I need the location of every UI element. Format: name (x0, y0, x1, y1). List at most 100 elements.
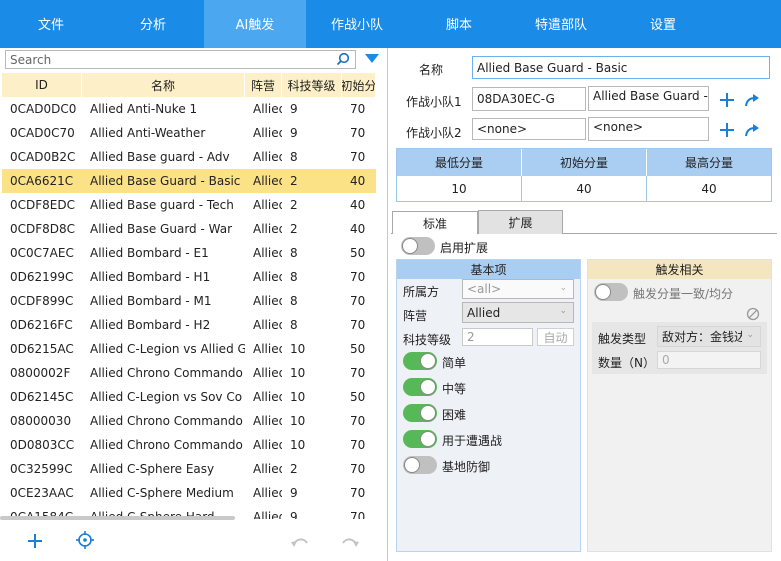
table-cell: 8 (290, 270, 298, 284)
side-select-value: Allied (467, 305, 501, 320)
table-cell: 0CAD0C70 (10, 126, 75, 140)
quantity-field[interactable]: 0 (657, 351, 761, 369)
column-header[interactable]: 科技等级 (282, 73, 342, 97)
table-row[interactable]: 0D0803CC Allied Chrono Commando Allied 10 70 (2, 433, 376, 457)
team2-goto-button[interactable] (742, 120, 762, 140)
difficulty-toggle[interactable] (403, 352, 437, 370)
column-header[interactable]: 初始分 (342, 73, 376, 97)
table-row[interactable]: 0CDF8D8C Allied Base Guard - War Allied 2 40 (2, 217, 376, 241)
tab-3[interactable]: 作战小队 (306, 0, 408, 48)
table-row[interactable]: 0C0C7AEC Allied Bombard - E1 Allied 8 50 (2, 241, 376, 265)
table-row[interactable]: 0CAD0B2C Allied Base guard - Adv Allied 8 70 (2, 145, 376, 169)
tech-level-field[interactable]: 2 (462, 328, 533, 346)
table-row[interactable]: 08000030 Allied Chrono Commando Allied 10 70 (2, 409, 376, 433)
table-row[interactable]: 0CDF8EDC Allied Base guard - Tech Allied 2 4… (2, 193, 376, 217)
difficulty-toggle-label: 用于遭遇战 (442, 434, 503, 448)
tab-standard[interactable]: 标准 (392, 211, 478, 234)
redo-button[interactable] (338, 530, 362, 552)
table-row[interactable]: 0800002F Allied Chrono Commando Allied 10 70 (2, 361, 376, 385)
table-cell: Allied (253, 174, 282, 188)
table-cell: 70 (350, 462, 366, 476)
team1-id-field[interactable]: 08DA30EC-G (472, 87, 586, 111)
column-header[interactable]: ID (2, 73, 82, 97)
team1-add-button[interactable] (717, 90, 737, 110)
undo-button[interactable] (288, 530, 312, 552)
top-nav: 文件 分析 AI触发 作战小队 脚本 特遣部队 设置 (0, 0, 781, 48)
team2-id-field[interactable]: <none> (472, 118, 586, 140)
table-cell: 70 (350, 510, 366, 519)
enable-extended-toggle[interactable] (401, 237, 435, 255)
filter-dropdown-icon[interactable] (364, 53, 380, 68)
horizontal-scrollbar[interactable] (0, 516, 235, 520)
table-row[interactable]: 0CDF899C Allied Bombard - M1 Allied 8 70 (2, 289, 376, 313)
difficulty-toggle[interactable] (403, 378, 437, 396)
table-cell: 50 (350, 390, 366, 404)
tab-2[interactable]: AI触发 (204, 0, 306, 48)
table-cell: Allied (253, 390, 282, 404)
tab-4[interactable]: 脚本 (408, 0, 510, 48)
table-row[interactable]: 0CA6621C Allied Base Guard - Basic Allied 2… (2, 169, 376, 193)
init-score-header: 初始分量 (522, 149, 647, 176)
name-field[interactable]: Allied Base Guard - Basic (472, 56, 770, 79)
table-cell: Allied (253, 222, 282, 236)
difficulty-toggle[interactable] (403, 456, 437, 474)
table-row[interactable]: 0CAD0DC0 Allied Anti-Nuke 1 Allied 9 70 (2, 97, 376, 121)
table-cell: 0C32599C (10, 462, 73, 476)
team1-name-field[interactable]: Allied Base Guard - Basic (588, 86, 709, 111)
owner-select-value: <all> (467, 282, 502, 296)
table-cell: 0C0C7AEC (10, 246, 74, 260)
table-cell: 70 (350, 486, 366, 500)
trigger-equal-toggle[interactable] (594, 283, 628, 301)
column-header[interactable]: 阵营 (245, 73, 282, 97)
difficulty-toggle[interactable] (403, 430, 437, 448)
table-cell: Allied (253, 486, 282, 500)
table-cell: 10 (290, 390, 306, 404)
table-row[interactable]: 0D6215AC Allied C-Legion vs Allied G Allie… (2, 337, 376, 361)
trigger-equal-label: 触发分量一致/均分 (633, 287, 734, 301)
tab-6[interactable]: 设置 (612, 0, 714, 48)
table-cell: 8 (290, 294, 298, 308)
table-row[interactable]: 0CAD0C70 Allied Anti-Weather Allied 9 70 (2, 121, 376, 145)
locate-button[interactable] (74, 529, 96, 551)
table-row[interactable]: 0D6216FC Allied Bombard - H2 Allied 8 70 (2, 313, 376, 337)
trigger-panel-title: 触发相关 (588, 260, 771, 279)
tab-1[interactable]: 分析 (102, 0, 204, 48)
max-score-cell[interactable]: 40 (647, 176, 771, 202)
table-row[interactable]: 0D62199C Allied Bombard - H1 Allied 8 70 (2, 265, 376, 289)
table-cell: 2 (290, 222, 298, 236)
trigger-table: ID 名称 阵营 科技等级 初始分 0CAD0DC0 Allied Anti-Nuke 1 A… (2, 73, 376, 519)
tab-0[interactable]: 文件 (0, 0, 102, 48)
difficulty-toggle[interactable] (403, 404, 437, 422)
table-cell: Allied C-Legion vs Sov Co (90, 390, 243, 404)
tab-extended[interactable]: 扩展 (478, 210, 563, 234)
owner-select[interactable]: <all> ⌄ (462, 279, 574, 299)
column-header[interactable]: 名称 (82, 73, 245, 97)
add-trigger-button[interactable] (24, 530, 46, 552)
side-select[interactable]: Allied ⌄ (462, 302, 574, 323)
search-input[interactable] (6, 51, 326, 68)
min-score-cell[interactable]: 10 (397, 176, 522, 202)
table-row[interactable]: 0C32599C Allied C-Sphere Easy Allied 2 70 (2, 457, 376, 481)
trigger-type-value: 敌对方：金钱达 (662, 330, 742, 344)
init-score-cell[interactable]: 40 (522, 176, 647, 202)
table-cell: 8 (290, 318, 298, 332)
table-cell: Allied Anti-Weather (90, 126, 206, 140)
table-cell: 10 (290, 438, 306, 452)
auto-button[interactable]: 自动 (537, 328, 574, 346)
table-cell: 0D6216FC (10, 318, 73, 332)
table-cell: 70 (350, 270, 366, 284)
search-icon[interactable] (336, 52, 350, 70)
table-cell: 9 (290, 126, 298, 140)
table-cell: 2 (290, 198, 298, 212)
table-row[interactable]: 0D62145C Allied C-Legion vs Sov Co Allied 1… (2, 385, 376, 409)
search-box[interactable] (5, 50, 356, 69)
team2-add-button[interactable] (717, 120, 737, 140)
forward-arrow-icon (745, 94, 759, 107)
team1-goto-button[interactable] (742, 90, 762, 110)
tab-5[interactable]: 特遣部队 (510, 0, 612, 48)
trigger-type-select[interactable]: 敌对方：金钱达 ⌄ (657, 326, 761, 347)
team2-name-field[interactable]: <none> (588, 117, 709, 141)
difficulty-toggle-label: 基地防御 (442, 460, 491, 474)
table-cell: 9 (290, 486, 298, 500)
table-row[interactable]: 0CE23AAC Allied C-Sphere Medium Allied 9 70 (2, 481, 376, 505)
